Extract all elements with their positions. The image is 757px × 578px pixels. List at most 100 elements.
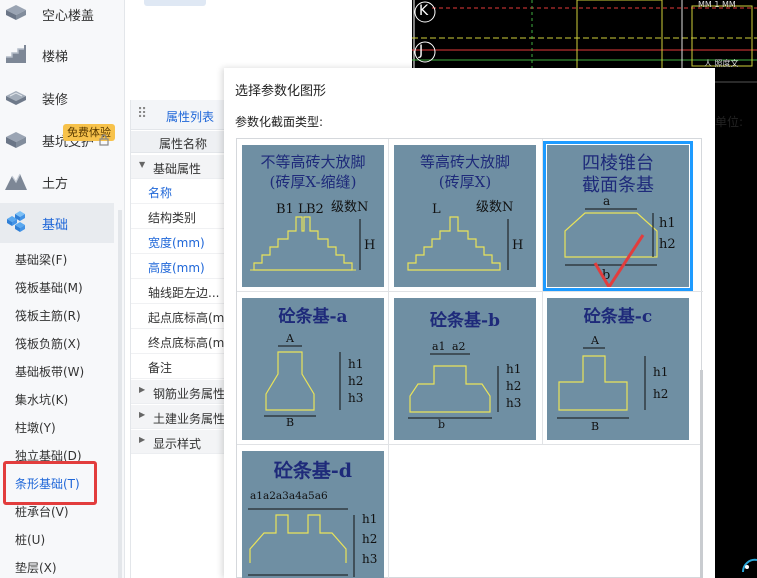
cad-top-text: MM 1 MM xyxy=(698,0,736,9)
shape-title-line1: 砼条基-d xyxy=(274,459,352,482)
sidebar-category-hollow-floor[interactable]: 空心楼盖 xyxy=(0,0,114,34)
property-row[interactable]: 起点底标高(m) xyxy=(131,304,230,329)
subitem-raft-main-rebar[interactable]: 筏板主筋(R) xyxy=(15,307,81,324)
property-row[interactable]: 终点底标高(m) xyxy=(131,329,229,354)
earthwork-icon xyxy=(5,173,27,190)
dialog-title: 选择参数化图形 xyxy=(235,84,327,99)
svg-text:A: A xyxy=(285,332,295,345)
svg-text:h1: h1 xyxy=(653,365,668,379)
shape-concrete-strip-a[interactable]: 砼条基-a A h1 h2 h3 B xyxy=(242,298,384,440)
property-row[interactable]: 宽度(mm) xyxy=(131,229,226,254)
property-label: 备注 xyxy=(148,361,173,375)
group-label: 土建业务属性 xyxy=(153,412,226,426)
subitem-pile[interactable]: 桩(U) xyxy=(15,531,45,548)
subitem-foundation-beam[interactable]: 基础梁(F) xyxy=(15,251,67,268)
property-label: 结构类别 xyxy=(148,211,197,225)
shape-title-line2: (砖厚X) xyxy=(439,173,491,191)
shape-diagram: 等高砖大放脚 (砖厚X) L 级数N H xyxy=(407,153,523,271)
svg-text:h1: h1 xyxy=(362,512,377,526)
subitem-column-pier[interactable]: 柱墩(Y) xyxy=(15,419,56,436)
shape-concrete-strip-d[interactable]: 砼条基-d a1a2a3a4a5a6 h1 h2 h3 xyxy=(242,451,384,578)
shape-title-line2: (砖厚X-缩缝) xyxy=(270,173,357,191)
expand-arrow-icon: ▶ xyxy=(139,435,146,444)
svg-text:a1: a1 xyxy=(432,340,446,353)
svg-text:h3: h3 xyxy=(348,391,363,405)
shape-equal-brick-footing[interactable]: 等高砖大放脚 (砖厚X) L 级数N H xyxy=(394,145,536,287)
property-tabs: ⠿ 属性列表 xyxy=(131,100,226,130)
shape-title-line1: 四棱锥台 xyxy=(582,153,654,174)
property-row[interactable]: 备注 xyxy=(131,354,226,379)
subitem-foundation-strip-band[interactable]: 基础板带(W) xyxy=(15,363,84,380)
group-civil-properties[interactable]: ▶ 土建业务属性 xyxy=(131,405,226,429)
group-label: 基础属性 xyxy=(153,162,202,176)
group-rebar-properties[interactable]: ▶ 钢筋业务属性 xyxy=(131,380,226,404)
decoration-icon xyxy=(6,91,26,105)
grid-scrollbar[interactable] xyxy=(700,370,703,578)
svg-text:h3: h3 xyxy=(362,552,377,566)
svg-text:h2: h2 xyxy=(659,237,676,252)
top-toolbar-fragment xyxy=(144,0,206,6)
svg-text:B1: B1 xyxy=(276,202,294,217)
svg-text:h2: h2 xyxy=(506,379,521,393)
sidebar-category-earthwork[interactable]: 土方 xyxy=(0,162,114,202)
property-panel: ⠿ 属性列表 属性名称 ▼ 基础属性 名称 结构类别 宽度(mm) 高度(mm) … xyxy=(130,100,230,578)
shape-diagram: 四棱锥台 截面条基 a h1 h2 b xyxy=(564,153,676,287)
property-row[interactable]: 高度(mm) xyxy=(131,254,226,279)
shape-unequal-brick-footing[interactable]: 不等高砖大放脚 (砖厚X-缩缝) B1 L B2 级数N H xyxy=(242,145,384,287)
shape-diagram: 砼条基-c A h1 h2 B xyxy=(557,306,668,433)
shape-concrete-strip-b[interactable]: 砼条基-b a1 a2 h1 h2 h3 b xyxy=(394,298,536,440)
svg-text:B: B xyxy=(286,416,294,429)
property-label: 起点底标高(m) xyxy=(148,311,230,325)
cad-canvas-right[interactable] xyxy=(715,72,757,578)
sidebar-category-label: 土方 xyxy=(42,176,69,192)
property-label: 宽度(mm) xyxy=(148,236,205,250)
shape-concrete-strip-c[interactable]: 砼条基-c A h1 h2 B xyxy=(547,298,689,440)
shape-four-pyramid-strip-footing[interactable]: 四棱锥台 截面条基 a h1 h2 b xyxy=(543,141,693,291)
svg-text:a: a xyxy=(603,194,610,208)
property-row[interactable]: 名称 xyxy=(131,179,226,204)
shape-title-line1: 砼条基-c xyxy=(584,306,652,327)
property-label: 名称 xyxy=(148,186,173,200)
group-label: 钢筋业务属性 xyxy=(153,387,226,401)
sidebar-category-label: 楼梯 xyxy=(42,49,69,65)
axis-label-j: J xyxy=(419,43,424,59)
svg-text:h2: h2 xyxy=(653,387,668,401)
stairs-icon xyxy=(6,45,26,63)
group-basic-properties[interactable]: ▼ 基础属性 xyxy=(131,155,226,179)
property-row[interactable]: 轴线距左边... xyxy=(131,279,226,304)
expand-arrow-icon: ▶ xyxy=(139,385,146,394)
sidebar-category-foundation[interactable]: 基础 xyxy=(0,203,114,243)
svg-text:h1: h1 xyxy=(659,216,676,231)
property-name-header: 属性名称 xyxy=(159,137,208,151)
sidebar-category-decoration[interactable]: 装修 xyxy=(0,78,114,118)
svg-text:B: B xyxy=(591,420,599,433)
lock-icon xyxy=(99,134,109,146)
sidebar-category-label: 空心楼盖 xyxy=(42,8,95,24)
axis-label-k: K xyxy=(419,3,429,19)
sidebar: 空心楼盖 楼梯 装修 基坑支护 土方 基础 免费体验 基础梁(F) 筏板基础(M… xyxy=(0,0,125,578)
tab-property-list[interactable]: 属性列表 xyxy=(166,108,214,125)
cad-drawing-right xyxy=(715,81,757,573)
cad-canvas[interactable]: K J MM 1 MM 人 照度文 xyxy=(412,0,757,72)
shape-diagram: 砼条基-d a1a2a3a4a5a6 h1 h2 h3 xyxy=(248,459,377,577)
shape-title-line1: 不等高砖大放脚 xyxy=(260,153,365,171)
sidebar-category-stairs[interactable]: 楼梯 xyxy=(0,35,114,75)
svg-text:B2: B2 xyxy=(306,202,324,217)
drag-handle-icon[interactable]: ⠿ xyxy=(137,106,147,122)
shape-title-line1: 砼条基-a xyxy=(278,306,347,327)
subitem-sump-pit[interactable]: 集水坑(K) xyxy=(15,391,68,408)
svg-text:h3: h3 xyxy=(506,396,521,410)
group-display-style[interactable]: ▶ 显示样式 xyxy=(131,430,226,454)
svg-text:H: H xyxy=(512,238,523,253)
svg-text:h1: h1 xyxy=(348,357,363,371)
svg-text:A: A xyxy=(590,334,600,347)
sidebar-scrollbar[interactable] xyxy=(118,210,122,578)
subitem-cushion[interactable]: 垫层(X) xyxy=(15,559,57,576)
subitem-raft-negative-rebar[interactable]: 筏板负筋(X) xyxy=(15,335,81,352)
subitem-pile-cap[interactable]: 桩承台(V) xyxy=(15,503,69,520)
svg-text:级数N: 级数N xyxy=(476,200,513,215)
expand-arrow-icon: ▶ xyxy=(139,410,146,419)
property-row[interactable]: 结构类别 xyxy=(131,204,226,229)
shape-title-line2: 截面条基 xyxy=(582,175,654,196)
subitem-raft-foundation[interactable]: 筏板基础(M) xyxy=(15,279,83,296)
